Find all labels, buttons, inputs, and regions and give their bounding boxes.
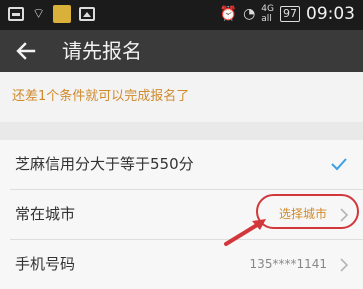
notice-banner: 还差1个条件就可以完成报名了 <box>0 72 363 122</box>
battery-indicator: 97 <box>280 6 300 22</box>
folder-icon <box>53 5 72 23</box>
image-icon <box>79 7 96 21</box>
section-gap <box>0 122 363 140</box>
alarm-icon: ⏰ <box>219 6 238 22</box>
list-item-credit-score: 芝麻信用分大于等于550分 <box>0 140 363 190</box>
list-item-label: 芝麻信用分大于等于550分 <box>15 155 194 173</box>
notice-text: 还差1个条件就可以完成报名了 <box>12 89 190 104</box>
network-type: 4G <box>261 4 274 14</box>
list-item-phone[interactable]: 手机号码 135****1141 <box>0 240 363 289</box>
phone-value: 135****1141 <box>249 257 327 271</box>
notification-icon <box>8 7 24 21</box>
status-time: 09:03 <box>306 4 355 24</box>
list-item-label: 常在城市 <box>15 205 76 223</box>
wifi-question-icon: ⌔ <box>32 6 46 22</box>
page-title: 请先报名 <box>62 39 142 63</box>
check-icon <box>331 158 347 171</box>
list-item-label: 手机号码 <box>15 255 76 273</box>
status-left-icons: ⌔ <box>8 5 96 23</box>
arrow-left-icon[interactable] <box>14 39 38 63</box>
annotation-arrow-icon <box>224 219 266 246</box>
network-indicator: 4G all <box>261 4 274 24</box>
network-bars-label: all <box>261 14 272 24</box>
wifi-icon: ◔ <box>243 6 256 22</box>
status-bar: ⌔ ⏰ ◔ 4G all 97 09:03 <box>0 0 363 30</box>
chevron-right-icon <box>340 258 349 272</box>
status-right-icons: ⏰ ◔ 4G all 97 09:03 <box>220 4 355 24</box>
app-bar: 请先报名 <box>0 30 363 72</box>
